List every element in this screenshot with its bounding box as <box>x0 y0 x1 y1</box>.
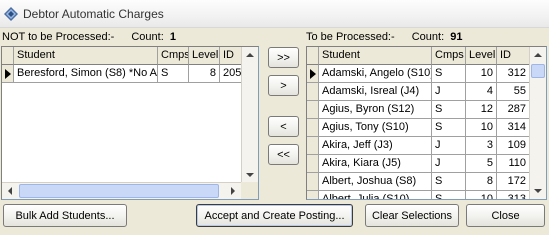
scroll-right-icon[interactable] <box>225 183 241 199</box>
accept-create-posting-button[interactable]: Accept and Create Posting... <box>196 204 353 227</box>
left-col-id[interactable]: ID <box>220 47 243 65</box>
to-be-processed-header: To be Processed:- Count: 91 <box>306 31 462 43</box>
not-processed-grid[interactable]: Student Cmps Level ID Beresford, Simon (… <box>1 46 259 200</box>
not-processed-header: NOT to be Processed:- Count: 1 <box>2 31 176 43</box>
cmps-cell[interactable]: J <box>432 137 466 155</box>
row-indicator <box>307 119 319 137</box>
cmps-cell[interactable]: S <box>432 173 466 191</box>
level-cell[interactable]: 8 <box>466 173 497 191</box>
app-icon <box>4 7 18 21</box>
row-indicator <box>307 137 319 155</box>
student-cell[interactable]: Albert, Joshua (S8) <box>319 173 432 191</box>
level-cell[interactable]: 3 <box>466 137 497 155</box>
scroll-left-icon[interactable] <box>2 183 18 199</box>
left-count-label: Count: <box>131 31 164 43</box>
left-header-indicator-cell <box>2 47 14 65</box>
clear-selections-button[interactable]: Clear Selections <box>365 204 459 227</box>
debtor-charges-window: Debtor Automatic Charges NOT to be Proce… <box>0 0 549 235</box>
current-row-arrow-icon <box>310 69 316 79</box>
student-cell[interactable]: Adamski, Isreal (J4) <box>319 83 432 101</box>
id-cell[interactable]: 314 <box>497 119 530 137</box>
id-cell[interactable]: 313 <box>497 191 530 199</box>
right-header-indicator-cell <box>307 47 319 65</box>
left-horizontal-scroll-thumb[interactable] <box>19 184 219 198</box>
left-col-student[interactable]: Student <box>14 47 158 65</box>
level-cell[interactable]: 10 <box>466 119 497 137</box>
row-indicator <box>307 191 319 199</box>
cmps-cell[interactable]: S <box>432 119 466 137</box>
move-all-right-button[interactable]: >> <box>268 47 299 68</box>
level-cell[interactable]: 5 <box>466 155 497 173</box>
not-processed-label: NOT to be Processed:- <box>2 31 115 43</box>
window-title: Debtor Automatic Charges <box>23 7 164 21</box>
left-col-cmps[interactable]: Cmps <box>158 47 189 65</box>
scroll-down-icon[interactable] <box>530 183 546 199</box>
id-cell[interactable]: 172 <box>497 173 530 191</box>
row-indicator <box>307 65 319 83</box>
move-left-button[interactable]: < <box>268 116 299 137</box>
cmps-cell[interactable]: S <box>158 65 189 83</box>
id-cell[interactable]: 312 <box>497 65 530 83</box>
right-count-value: 91 <box>450 31 463 43</box>
level-cell[interactable]: 10 <box>466 191 497 199</box>
cmps-cell[interactable]: S <box>432 101 466 119</box>
row-indicator <box>2 65 14 83</box>
right-vertical-scroll-thumb[interactable] <box>531 64 545 78</box>
to-be-processed-grid[interactable]: Student Cmps Level ID Adamski, Angelo (S… <box>306 46 547 200</box>
move-right-button[interactable]: > <box>268 75 299 96</box>
right-col-student[interactable]: Student <box>319 47 432 65</box>
right-vertical-scrollbar[interactable] <box>529 47 546 199</box>
scroll-up-icon[interactable] <box>530 47 546 63</box>
move-all-left-button[interactable]: << <box>268 144 299 165</box>
scroll-down-icon[interactable] <box>242 167 258 183</box>
id-cell[interactable]: 109 <box>497 137 530 155</box>
level-cell[interactable]: 12 <box>466 101 497 119</box>
student-cell[interactable]: Agius, Byron (S12) <box>319 101 432 119</box>
student-cell[interactable]: Agius, Tony (S10) <box>319 119 432 137</box>
row-indicator <box>307 155 319 173</box>
student-cell[interactable]: Beresford, Simon (S8) *No Au <box>14 65 158 83</box>
cmps-cell[interactable]: J <box>432 83 466 101</box>
right-col-id[interactable]: ID <box>497 47 530 65</box>
close-button[interactable]: Close <box>466 204 545 227</box>
id-cell[interactable]: 287 <box>497 101 530 119</box>
left-count-value: 1 <box>169 31 176 43</box>
student-cell[interactable]: Akira, Jeff (J3) <box>319 137 432 155</box>
id-cell[interactable]: 55 <box>497 83 530 101</box>
right-col-level[interactable]: Level <box>466 47 497 65</box>
scroll-up-icon[interactable] <box>242 47 258 63</box>
bulk-add-students-button[interactable]: Bulk Add Students... <box>3 204 127 227</box>
student-cell[interactable]: Albert, Julia (S10) <box>319 191 432 199</box>
level-cell[interactable]: 8 <box>189 65 220 83</box>
scroll-corner <box>241 182 258 199</box>
id-cell[interactable]: 205 <box>220 65 243 83</box>
right-count-label: Count: <box>411 31 445 43</box>
student-cell[interactable]: Adamski, Angelo (S10) <box>319 65 432 83</box>
left-vertical-scrollbar[interactable] <box>241 47 258 183</box>
cmps-cell[interactable]: J <box>432 155 466 173</box>
row-indicator <box>307 83 319 101</box>
student-cell[interactable]: Akira, Kiara (J5) <box>319 155 432 173</box>
cmps-cell[interactable]: S <box>432 191 466 199</box>
left-horizontal-scrollbar[interactable] <box>2 182 241 199</box>
left-col-level[interactable]: Level <box>189 47 220 65</box>
row-indicator <box>307 173 319 191</box>
title-bar: Debtor Automatic Charges <box>0 0 549 28</box>
row-indicator <box>307 101 319 119</box>
to-be-processed-label: To be Processed:- <box>306 31 395 43</box>
id-cell[interactable]: 110 <box>497 155 530 173</box>
right-col-cmps[interactable]: Cmps <box>432 47 466 65</box>
level-cell[interactable]: 10 <box>466 65 497 83</box>
level-cell[interactable]: 4 <box>466 83 497 101</box>
cmps-cell[interactable]: S <box>432 65 466 83</box>
current-row-arrow-icon <box>5 69 11 79</box>
